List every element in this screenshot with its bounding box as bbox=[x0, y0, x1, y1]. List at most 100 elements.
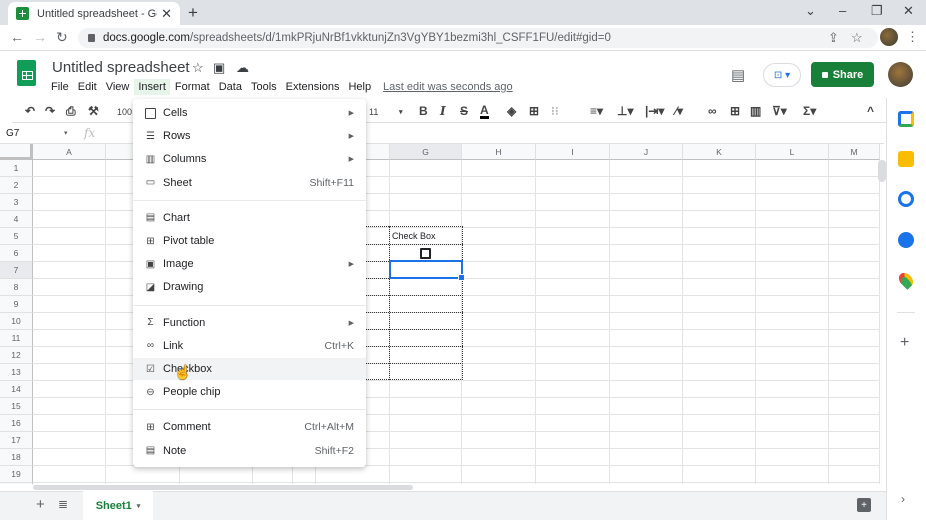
menu-item-drawing[interactable]: ◪ Drawing bbox=[133, 276, 366, 298]
menu-extensions[interactable]: Extensions bbox=[282, 79, 344, 95]
back-icon[interactable]: ← bbox=[10, 29, 24, 45]
restore-icon[interactable]: ❐ bbox=[871, 3, 883, 19]
menu-item-image[interactable]: ▣ Image ▶ bbox=[133, 253, 366, 275]
row-header-10[interactable]: 10 bbox=[0, 313, 33, 330]
tab-search-chevron-icon[interactable]: ⌄ bbox=[805, 3, 816, 19]
paint-format-icon[interactable]: ⚒ bbox=[88, 104, 99, 118]
collapse-toolbar-icon[interactable]: ^ bbox=[867, 104, 874, 118]
tasks-icon[interactable] bbox=[898, 191, 914, 207]
row-header-3[interactable]: 3 bbox=[0, 194, 33, 211]
address-bar[interactable]: docs.google.com/spreadsheets/d/1mkPRjuNr… bbox=[78, 28, 878, 48]
menu-item-note[interactable]: ▤ Note Shift+F2 bbox=[133, 440, 366, 462]
column-header-k[interactable]: K bbox=[683, 144, 756, 160]
horizontal-scrollbar[interactable] bbox=[33, 485, 413, 490]
name-box-dropdown-icon[interactable]: ▾ bbox=[64, 129, 68, 137]
insert-comment-icon[interactable]: ⊞ bbox=[730, 104, 740, 118]
close-tab-icon[interactable]: ✕ bbox=[161, 6, 172, 22]
browser-tab[interactable]: Untitled spreadsheet - Google Sh ✕ bbox=[8, 2, 180, 25]
menu-tools[interactable]: Tools bbox=[247, 79, 281, 95]
move-folder-icon[interactable]: ▣ bbox=[213, 60, 225, 76]
contacts-icon[interactable] bbox=[898, 232, 914, 248]
row-header-20[interactable]: 20 bbox=[0, 483, 33, 484]
close-window-icon[interactable]: ✕ bbox=[903, 3, 914, 19]
menu-item-pivot-table[interactable]: ⊞ Pivot table bbox=[133, 230, 366, 252]
vertical-align-icon[interactable]: ⊥▾ bbox=[617, 104, 633, 118]
sheet-tab-dropdown-icon[interactable]: ▾ bbox=[137, 502, 141, 510]
text-wrapping-icon[interactable]: |⇥▾ bbox=[645, 104, 664, 118]
font-size-dropdown-icon[interactable]: ▾ bbox=[399, 108, 403, 116]
column-header-g[interactable]: G bbox=[390, 144, 462, 160]
text-color-icon[interactable]: A bbox=[480, 104, 489, 119]
comment-history-icon[interactable]: ▤ bbox=[731, 66, 745, 84]
show-side-panel-icon[interactable]: › bbox=[901, 492, 905, 506]
name-box[interactable]: G7 bbox=[6, 128, 19, 139]
account-avatar[interactable] bbox=[888, 62, 913, 87]
functions-icon[interactable]: Σ▾ bbox=[803, 104, 816, 118]
spreadsheet-grid[interactable]: ABCDEFGHIJKLM123456789101112131415161718… bbox=[0, 144, 880, 484]
undo-icon[interactable]: ↶ bbox=[25, 104, 35, 118]
row-header-11[interactable]: 11 bbox=[0, 330, 33, 347]
calendar-icon[interactable] bbox=[898, 111, 914, 127]
row-header-15[interactable]: 15 bbox=[0, 398, 33, 415]
menu-item-comment[interactable]: ⊞ Comment Ctrl+Alt+M bbox=[133, 416, 366, 438]
print-icon[interactable]: ⎙ bbox=[66, 104, 76, 119]
explore-icon[interactable]: + bbox=[857, 498, 871, 512]
italic-icon[interactable]: I bbox=[440, 104, 446, 118]
menu-insert[interactable]: Insert bbox=[134, 79, 170, 95]
forward-icon[interactable]: → bbox=[33, 29, 47, 45]
last-edit-link[interactable]: Last edit was seconds ago bbox=[383, 81, 513, 93]
minimize-icon[interactable]: – bbox=[839, 3, 846, 18]
sheets-logo-icon[interactable] bbox=[17, 60, 36, 86]
vertical-scrollbar[interactable] bbox=[878, 160, 886, 182]
menu-item-function[interactable]: Σ Function ▶ bbox=[133, 312, 366, 334]
row-header-1[interactable]: 1 bbox=[0, 160, 33, 177]
row-header-18[interactable]: 18 bbox=[0, 449, 33, 466]
new-tab-icon[interactable]: + bbox=[188, 3, 198, 23]
add-sheet-icon[interactable]: + bbox=[36, 496, 45, 513]
row-header-12[interactable]: 12 bbox=[0, 347, 33, 364]
column-header-j[interactable]: J bbox=[610, 144, 683, 160]
row-header-19[interactable]: 19 bbox=[0, 466, 33, 483]
row-header-6[interactable]: 6 bbox=[0, 245, 33, 262]
menu-item-sheet[interactable]: ▭ Sheet Shift+F11 bbox=[133, 172, 366, 194]
menu-edit[interactable]: Edit bbox=[74, 79, 101, 95]
menu-item-rows[interactable]: ☰ Rows ▶ bbox=[133, 125, 366, 147]
column-header-m[interactable]: M bbox=[829, 144, 880, 160]
select-all-corner[interactable] bbox=[0, 144, 33, 160]
selected-cell-g7[interactable] bbox=[389, 260, 465, 281]
share-page-icon[interactable]: ⇪ bbox=[828, 30, 839, 46]
star-icon[interactable]: ☆ bbox=[192, 60, 204, 76]
borders-icon[interactable]: ⊞ bbox=[529, 104, 539, 118]
all-sheets-icon[interactable]: ≣ bbox=[58, 497, 68, 511]
row-header-8[interactable]: 8 bbox=[0, 279, 33, 296]
row-header-17[interactable]: 17 bbox=[0, 432, 33, 449]
row-header-5[interactable]: 5 bbox=[0, 228, 33, 245]
sheet-tab[interactable]: Sheet1 ▾ bbox=[83, 491, 153, 520]
insert-chart-icon[interactable]: ▥ bbox=[750, 104, 761, 118]
menu-item-people-chip[interactable]: ⊖ People chip bbox=[133, 381, 366, 403]
menu-data[interactable]: Data bbox=[215, 79, 246, 95]
filter-icon[interactable]: ⊽▾ bbox=[772, 104, 787, 118]
share-button[interactable]: Share bbox=[811, 62, 874, 87]
browser-menu-icon[interactable]: ⋮ bbox=[906, 29, 919, 45]
row-header-4[interactable]: 4 bbox=[0, 211, 33, 228]
column-header-i[interactable]: I bbox=[536, 144, 610, 160]
document-title[interactable]: Untitled spreadsheet bbox=[52, 59, 190, 76]
menu-item-columns[interactable]: ▥ Columns ▶ bbox=[133, 148, 366, 170]
zoom-select[interactable]: 100 bbox=[117, 107, 132, 117]
row-header-2[interactable]: 2 bbox=[0, 177, 33, 194]
row-header-9[interactable]: 9 bbox=[0, 296, 33, 313]
present-button[interactable]: ⊡ ▾ bbox=[763, 63, 801, 87]
row-header-13[interactable]: 13 bbox=[0, 364, 33, 381]
browser-profile-avatar[interactable] bbox=[880, 28, 898, 46]
menu-view[interactable]: View bbox=[102, 79, 134, 95]
column-header-h[interactable]: H bbox=[462, 144, 536, 160]
column-header-a[interactable]: A bbox=[33, 144, 106, 160]
strikethrough-icon[interactable]: S bbox=[460, 104, 468, 118]
horizontal-align-icon[interactable]: ≡▾ bbox=[590, 104, 603, 118]
menu-item-chart[interactable]: ▤ Chart bbox=[133, 207, 366, 229]
menu-item-link[interactable]: ∞ Link Ctrl+K bbox=[133, 335, 366, 357]
bookmark-star-icon[interactable]: ☆ bbox=[851, 30, 863, 46]
row-header-16[interactable]: 16 bbox=[0, 415, 33, 432]
cell-g5[interactable]: Check Box bbox=[392, 231, 436, 241]
